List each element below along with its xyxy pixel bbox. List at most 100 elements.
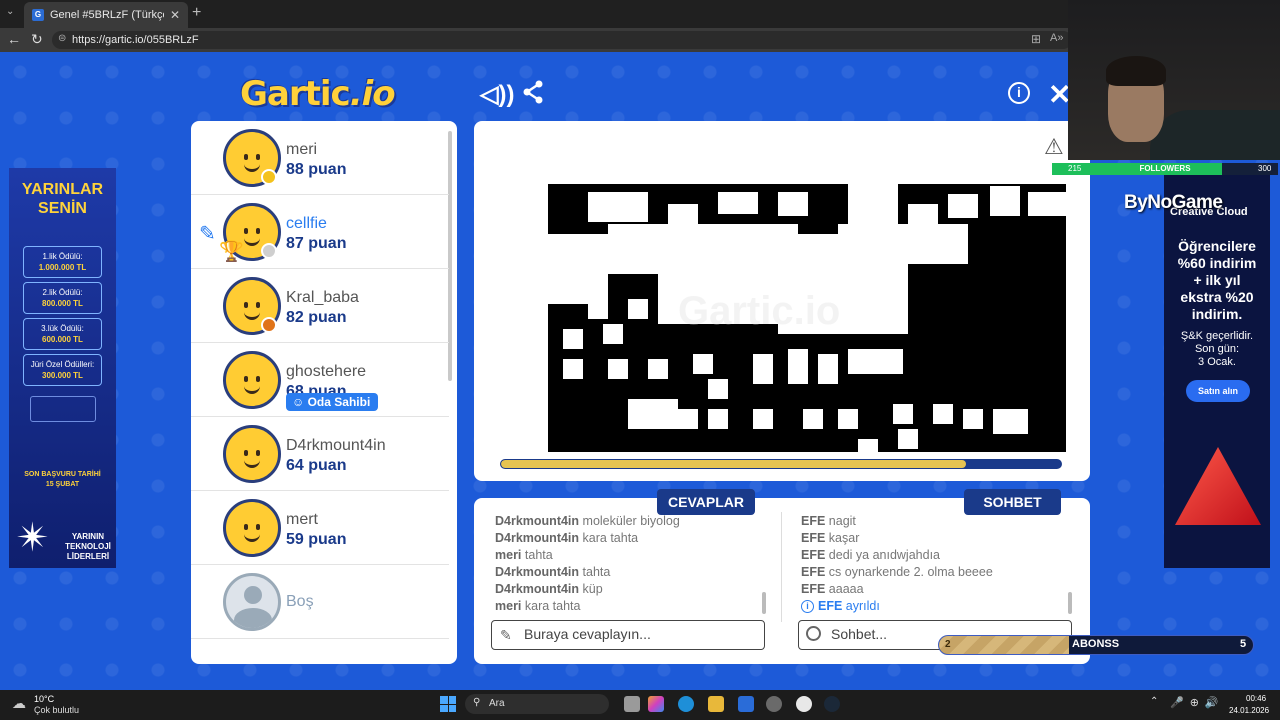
- player-avatar: [223, 499, 281, 557]
- player-row[interactable]: D4rkmount4in 64 puan: [191, 417, 449, 491]
- chat-message: EFE cs oynarkende 2. olma beeee: [801, 565, 993, 579]
- prize-box: 3.lük Ödülü: 600.000 TL: [23, 318, 102, 350]
- info-circle-icon: i: [801, 600, 814, 613]
- sponsor-logo: ByNoGame: [1124, 192, 1223, 213]
- reload-icon[interactable]: ↻: [31, 31, 43, 48]
- pencil-icon: ✎: [500, 627, 512, 643]
- weather-description[interactable]: Çok bulutlu: [34, 705, 79, 715]
- trophy-icon: 🏆: [219, 241, 244, 263]
- clock-date[interactable]: 24.01.2026: [1229, 706, 1269, 715]
- player-avatar: [223, 425, 281, 483]
- info-icon[interactable]: i: [1008, 82, 1030, 104]
- search-icon: ⚲: [473, 697, 481, 708]
- round-timer-bar: [500, 459, 1062, 469]
- subs-goal: 5: [1240, 638, 1247, 650]
- app-icon[interactable]: [766, 696, 782, 712]
- split-screen-icon[interactable]: ⊞: [1031, 32, 1041, 46]
- prize-box: Jüri Özel Ödülleri: 300.000 TL: [23, 354, 102, 386]
- subs-goal-fill: [939, 636, 1069, 654]
- new-tab-icon[interactable]: +: [192, 4, 201, 22]
- player-name: D4rkmount4in: [286, 437, 386, 454]
- webcam-person-body: [1150, 110, 1280, 160]
- close-tab-icon[interactable]: ✕: [170, 8, 188, 22]
- tab-title: Genel #5BRLzF (Türkçe) - Gartic.io: [50, 9, 164, 21]
- edge-icon[interactable]: [678, 696, 694, 712]
- chat-system-message: EFE ayrıldı: [818, 599, 880, 613]
- cloud-icon[interactable]: ☁: [12, 695, 26, 712]
- player-score: 88 puan: [286, 161, 347, 178]
- player-status-dot: [261, 317, 277, 333]
- chat-scrollbar[interactable]: [1068, 592, 1072, 614]
- answers-scrollbar[interactable]: [762, 592, 766, 614]
- subs-label: ABONSS: [1072, 638, 1120, 650]
- answer-message: D4rkmount4in moleküler biyolog: [495, 514, 680, 528]
- tray-chevron-icon[interactable]: ⌃: [1150, 696, 1158, 707]
- copilot-icon[interactable]: [648, 696, 664, 712]
- answer-message: meri tahta: [495, 548, 553, 562]
- player-name: cellfie: [286, 215, 327, 232]
- site-info-icon[interactable]: ⊜: [58, 33, 66, 44]
- answer-input[interactable]: Buraya cevaplayın...: [491, 620, 765, 650]
- chat-bubble-icon: [806, 626, 821, 641]
- followers-goal: 300: [1258, 164, 1272, 173]
- player-row[interactable]: Kral_baba 82 puan: [191, 269, 449, 343]
- advert-title: YARINLAR SENİN: [21, 181, 104, 217]
- player-name: Boş: [286, 593, 314, 610]
- report-warning-icon[interactable]: ⚠: [1044, 134, 1064, 160]
- gartic-logo: Gartic.io: [240, 74, 396, 114]
- subs-current: 2: [945, 639, 951, 650]
- task-view-icon[interactable]: [624, 696, 640, 712]
- player-score: 64 puan: [286, 457, 347, 474]
- windows-start-icon[interactable]: [440, 696, 456, 712]
- player-name: meri: [286, 141, 318, 158]
- round-timer-fill: [501, 460, 966, 468]
- back-icon[interactable]: ←: [7, 31, 21, 47]
- file-explorer-icon[interactable]: [708, 696, 724, 712]
- github-icon[interactable]: [796, 696, 812, 712]
- player-name: ghostehere: [286, 363, 367, 380]
- advert-deadline: SON BAŞVURU TARİHİ 15 ŞUBAT: [24, 471, 101, 488]
- tab-chat[interactable]: SOHBET: [964, 489, 1061, 515]
- player-status-dot: [261, 243, 277, 259]
- player-score: 82 puan: [286, 309, 347, 326]
- advert-headline: Öğrencilere %60 indirim + ilk yıl ekstra %2…: [1177, 238, 1257, 322]
- sound-icon[interactable]: ◁)): [480, 80, 514, 109]
- advert-footer: YARININ TEKNOLOJİ LİDERLERİ: [65, 532, 111, 561]
- browser-tab[interactable]: G Genel #5BRLzF (Türkçe) - Gartic.io ✕: [24, 2, 188, 28]
- player-status-dot: [261, 169, 277, 185]
- player-row[interactable]: Boş: [191, 565, 449, 639]
- drawing-pencil-icon: ✎: [199, 223, 216, 245]
- player-score: 87 puan: [286, 235, 347, 252]
- taskbar: [0, 690, 1280, 720]
- mail-icon[interactable]: [738, 696, 754, 712]
- player-row[interactable]: mert 59 puan: [191, 491, 449, 565]
- chat-message: EFE kaşar: [801, 531, 860, 545]
- answer-message: meri kara tahta: [495, 599, 581, 613]
- chat-message: EFE dedi ya anıdwjahdıa: [801, 548, 940, 562]
- player-name: Kral_baba: [286, 289, 359, 306]
- url-field[interactable]: https://gartic.io/055BRLzF: [52, 31, 1072, 49]
- followers-current: 215: [1068, 164, 1082, 173]
- tab-list-icon[interactable]: ⌄: [6, 6, 14, 17]
- player-score: 59 puan: [286, 531, 347, 548]
- advert-buy-button[interactable]: Satın alın: [1186, 380, 1250, 402]
- weather-temperature[interactable]: 10°C: [34, 694, 54, 704]
- share-icon[interactable]: [522, 80, 544, 111]
- clock-time[interactable]: 00:46: [1246, 694, 1266, 703]
- followers-label: FOLLOWERS: [1139, 164, 1191, 173]
- chat-message: EFE aaaaa: [801, 582, 864, 596]
- answer-message: D4rkmount4in tahta: [495, 565, 611, 579]
- read-aloud-icon[interactable]: A»: [1050, 32, 1063, 44]
- player-row[interactable]: meri 88 puan: [191, 121, 449, 195]
- taskbar-search[interactable]: Ara: [465, 694, 609, 714]
- room-owner-badge: ☺ Oda Sahibi: [286, 393, 379, 411]
- prize-box: 1.lik Ödülü: 1.000.000 TL: [23, 246, 102, 278]
- tray-status-icons[interactable]: 🎤⊕🔊: [1170, 696, 1225, 709]
- tab-answers[interactable]: CEVAPLAR: [657, 489, 755, 515]
- advert-blank-box: [30, 396, 96, 422]
- chat-message: EFE nagit: [801, 514, 856, 528]
- advert-terms: Ş&K geçerlidir. Son gün: 3 Ocak.: [1180, 330, 1254, 368]
- player-avatar: [223, 573, 281, 631]
- steam-icon[interactable]: [824, 696, 840, 712]
- drawing-canvas[interactable]: Gartic.io: [548, 184, 1066, 452]
